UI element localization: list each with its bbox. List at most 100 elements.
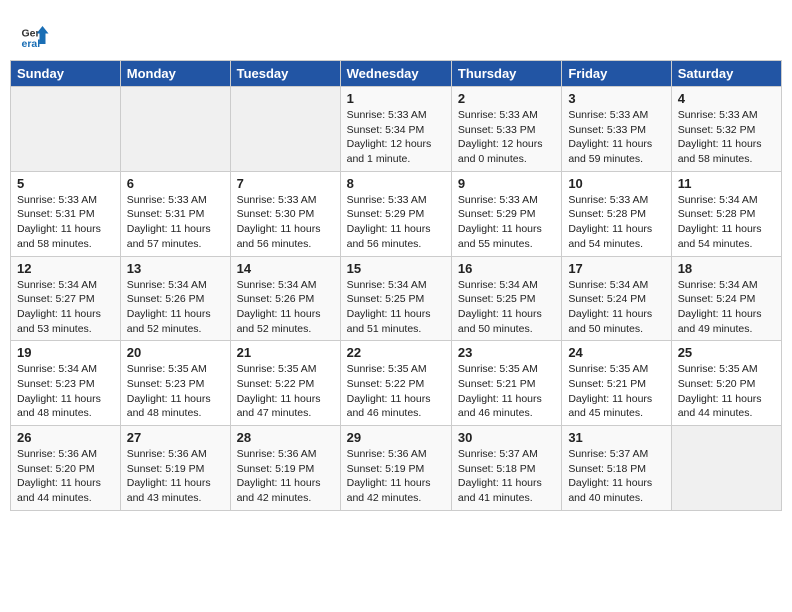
day-number: 11 [678,176,775,191]
day-number: 4 [678,91,775,106]
calendar-cell: 25Sunrise: 5:35 AM Sunset: 5:20 PM Dayli… [671,341,781,426]
day-info: Sunrise: 5:36 AM Sunset: 5:19 PM Dayligh… [347,447,445,506]
day-number: 8 [347,176,445,191]
day-number: 18 [678,261,775,276]
calendar-cell: 21 Sunrise: 5:35 AM Sunset: 5:22 PM Dayli… [230,341,340,426]
calendar-cell: 28 Sunrise: 5:36 AM Sunset: 5:19 PM Dayli… [230,426,340,511]
day-info: Sunrise: 5:33 AM Sunset: 5:32 PM Dayligh… [678,108,775,167]
logo-icon: Gen eral [20,20,50,50]
calendar-cell: 9Sunrise: 5:33 AM Sunset: 5:29 PM Daylig… [451,171,561,256]
day-info: Sunrise: 5:33 AM Sunset: 5:31 PM Dayligh… [127,193,224,252]
calendar-cell: 26Sunrise: 5:36 AM Sunset: 5:20 PM Dayli… [11,426,121,511]
week-row-1: 1 Sunrise: 5:33 AM Sunset: 5:34 PM Daylig… [11,87,782,172]
calendar-cell: 20Sunrise: 5:35 AM Sunset: 5:23 PM Dayli… [120,341,230,426]
day-info: Sunrise: 5:36 AM Sunset: 5:19 PM Dayligh… [127,447,224,506]
calendar-cell: 18 Sunrise: 5:34 AM Sunset: 5:24 PM Dayli… [671,256,781,341]
day-info: Sunrise: 5:35 AM Sunset: 5:21 PM Dayligh… [458,362,555,421]
day-number: 28 [237,430,334,445]
day-number: 30 [458,430,555,445]
logo: Gen eral [20,20,54,50]
day-number: 5 [17,176,114,191]
week-row-5: 26Sunrise: 5:36 AM Sunset: 5:20 PM Dayli… [11,426,782,511]
calendar-cell: 24 Sunrise: 5:35 AM Sunset: 5:21 PM Dayli… [562,341,671,426]
day-info: Sunrise: 5:36 AM Sunset: 5:19 PM Dayligh… [237,447,334,506]
day-number: 10 [568,176,664,191]
day-number: 25 [678,345,775,360]
day-info: Sunrise: 5:34 AM Sunset: 5:26 PM Dayligh… [237,278,334,337]
calendar-cell: 5 Sunrise: 5:33 AM Sunset: 5:31 PM Daylig… [11,171,121,256]
page-header: Gen eral [10,10,782,55]
calendar-cell: 23 Sunrise: 5:35 AM Sunset: 5:21 PM Dayli… [451,341,561,426]
calendar-cell: 10Sunrise: 5:33 AM Sunset: 5:28 PM Dayli… [562,171,671,256]
day-info: Sunrise: 5:33 AM Sunset: 5:33 PM Dayligh… [458,108,555,167]
calendar-cell: 7 Sunrise: 5:33 AM Sunset: 5:30 PM Daylig… [230,171,340,256]
calendar-cell: 22 Sunrise: 5:35 AM Sunset: 5:22 PM Dayli… [340,341,451,426]
day-number: 23 [458,345,555,360]
day-number: 16 [458,261,555,276]
calendar-cell: 27 Sunrise: 5:36 AM Sunset: 5:19 PM Dayli… [120,426,230,511]
calendar-cell [11,87,121,172]
calendar-cell: 3 Sunrise: 5:33 AM Sunset: 5:33 PM Daylig… [562,87,671,172]
day-header-monday: Monday [120,61,230,87]
calendar-header-row: SundayMondayTuesdayWednesdayThursdayFrid… [11,61,782,87]
day-number: 2 [458,91,555,106]
week-row-4: 19Sunrise: 5:34 AM Sunset: 5:23 PM Dayli… [11,341,782,426]
calendar-cell [230,87,340,172]
day-info: Sunrise: 5:35 AM Sunset: 5:22 PM Dayligh… [347,362,445,421]
calendar-cell: 8 Sunrise: 5:33 AM Sunset: 5:29 PM Daylig… [340,171,451,256]
calendar-cell: 14 Sunrise: 5:34 AM Sunset: 5:26 PM Dayli… [230,256,340,341]
calendar-cell: 19Sunrise: 5:34 AM Sunset: 5:23 PM Dayli… [11,341,121,426]
day-number: 20 [127,345,224,360]
day-number: 6 [127,176,224,191]
day-number: 7 [237,176,334,191]
day-info: Sunrise: 5:35 AM Sunset: 5:21 PM Dayligh… [568,362,664,421]
calendar-cell [671,426,781,511]
day-info: Sunrise: 5:34 AM Sunset: 5:28 PM Dayligh… [678,193,775,252]
calendar-cell: 12 Sunrise: 5:34 AM Sunset: 5:27 PM Dayli… [11,256,121,341]
day-number: 14 [237,261,334,276]
day-info: Sunrise: 5:34 AM Sunset: 5:27 PM Dayligh… [17,278,114,337]
calendar-cell: 17 Sunrise: 5:34 AM Sunset: 5:24 PM Dayli… [562,256,671,341]
day-number: 21 [237,345,334,360]
day-info: Sunrise: 5:37 AM Sunset: 5:18 PM Dayligh… [458,447,555,506]
day-info: Sunrise: 5:33 AM Sunset: 5:29 PM Dayligh… [347,193,445,252]
day-number: 22 [347,345,445,360]
day-info: Sunrise: 5:33 AM Sunset: 5:29 PM Dayligh… [458,193,555,252]
day-header-friday: Friday [562,61,671,87]
day-info: Sunrise: 5:33 AM Sunset: 5:33 PM Dayligh… [568,108,664,167]
calendar-cell: 1 Sunrise: 5:33 AM Sunset: 5:34 PM Daylig… [340,87,451,172]
svg-text:eral: eral [22,38,41,50]
day-info: Sunrise: 5:35 AM Sunset: 5:22 PM Dayligh… [237,362,334,421]
calendar-cell: 6 Sunrise: 5:33 AM Sunset: 5:31 PM Daylig… [120,171,230,256]
day-info: Sunrise: 5:34 AM Sunset: 5:26 PM Dayligh… [127,278,224,337]
day-number: 1 [347,91,445,106]
calendar-cell: 31Sunrise: 5:37 AM Sunset: 5:18 PM Dayli… [562,426,671,511]
calendar-cell: 29Sunrise: 5:36 AM Sunset: 5:19 PM Dayli… [340,426,451,511]
day-info: Sunrise: 5:33 AM Sunset: 5:30 PM Dayligh… [237,193,334,252]
calendar-cell: 11 Sunrise: 5:34 AM Sunset: 5:28 PM Dayli… [671,171,781,256]
calendar-cell: 15Sunrise: 5:34 AM Sunset: 5:25 PM Dayli… [340,256,451,341]
day-info: Sunrise: 5:34 AM Sunset: 5:24 PM Dayligh… [678,278,775,337]
day-number: 27 [127,430,224,445]
day-number: 13 [127,261,224,276]
day-header-wednesday: Wednesday [340,61,451,87]
calendar-cell: 4 Sunrise: 5:33 AM Sunset: 5:32 PM Daylig… [671,87,781,172]
week-row-3: 12 Sunrise: 5:34 AM Sunset: 5:27 PM Dayli… [11,256,782,341]
day-number: 19 [17,345,114,360]
day-info: Sunrise: 5:34 AM Sunset: 5:24 PM Dayligh… [568,278,664,337]
day-number: 17 [568,261,664,276]
day-number: 24 [568,345,664,360]
day-number: 12 [17,261,114,276]
day-number: 3 [568,91,664,106]
calendar-table: SundayMondayTuesdayWednesdayThursdayFrid… [10,60,782,511]
day-info: Sunrise: 5:33 AM Sunset: 5:31 PM Dayligh… [17,193,114,252]
calendar-cell: 2 Sunrise: 5:33 AM Sunset: 5:33 PM Daylig… [451,87,561,172]
calendar-cell [120,87,230,172]
day-header-thursday: Thursday [451,61,561,87]
day-number: 26 [17,430,114,445]
day-header-saturday: Saturday [671,61,781,87]
day-number: 15 [347,261,445,276]
calendar-cell: 30 Sunrise: 5:37 AM Sunset: 5:18 PM Dayli… [451,426,561,511]
day-info: Sunrise: 5:33 AM Sunset: 5:34 PM Dayligh… [347,108,445,167]
week-row-2: 5 Sunrise: 5:33 AM Sunset: 5:31 PM Daylig… [11,171,782,256]
